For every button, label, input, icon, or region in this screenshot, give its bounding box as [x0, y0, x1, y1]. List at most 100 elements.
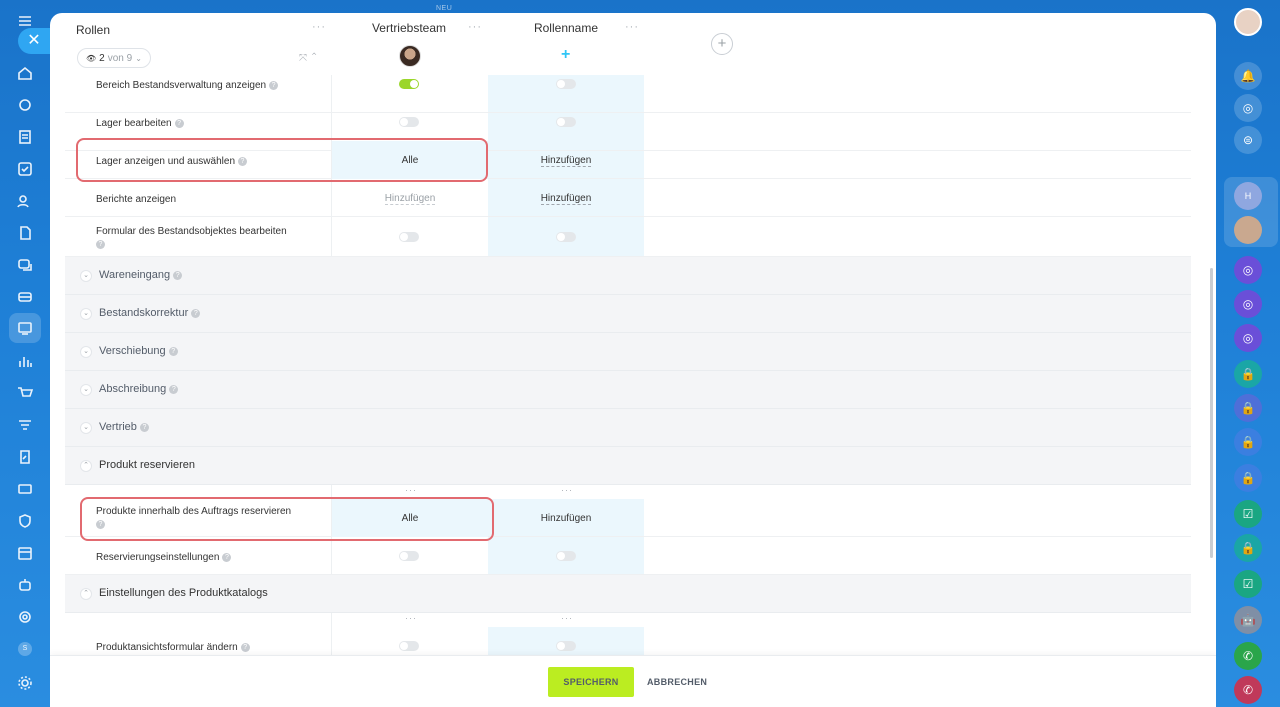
- help-icon[interactable]: ?: [168, 346, 178, 356]
- document-icon[interactable]: [14, 126, 36, 148]
- help-icon[interactable]: ?: [191, 308, 201, 318]
- roles-menu-icon[interactable]: ···: [312, 21, 326, 33]
- help-icon[interactable]: ?: [174, 118, 184, 128]
- copilot-chat-icon[interactable]: ◎: [1234, 256, 1262, 284]
- chevron-up-icon[interactable]: ⌃: [80, 460, 92, 472]
- lock-icon[interactable]: 🔒: [1234, 464, 1262, 492]
- collapse-all-icon[interactable]: ⤧ ⌃: [299, 53, 318, 64]
- permission-toggle[interactable]: [556, 551, 576, 561]
- card-icon[interactable]: [14, 478, 36, 500]
- section-title: Einstellungen des Produktkatalogs: [99, 587, 268, 599]
- calendar-icon[interactable]: [14, 542, 36, 564]
- column-menu-icon[interactable]: ···: [625, 21, 639, 33]
- column-menu-icon[interactable]: ···: [468, 21, 482, 33]
- column-menu-icon[interactable]: ···: [561, 613, 573, 623]
- column-menu-icon[interactable]: ···: [405, 613, 417, 623]
- task-check-icon[interactable]: ☑: [1234, 500, 1262, 528]
- column-menu-icon[interactable]: ···: [405, 485, 417, 495]
- signature-icon[interactable]: [14, 446, 36, 468]
- section-bestandskorrektur[interactable]: ⌄ Bestandskorrektur?: [65, 295, 1191, 333]
- help-icon[interactable]: ?: [173, 270, 183, 280]
- chevron-down-icon[interactable]: ⌄: [80, 384, 92, 396]
- gear-icon[interactable]: [14, 672, 36, 694]
- column-title-rollenname[interactable]: Rollenname: [488, 21, 644, 35]
- chevron-up-icon[interactable]: ⌃: [80, 588, 92, 600]
- permission-add-link[interactable]: Hinzufügen: [488, 155, 644, 167]
- help-icon[interactable]: ?: [222, 552, 232, 562]
- help-icon[interactable]: ?: [240, 642, 250, 652]
- analytics-icon[interactable]: [14, 350, 36, 372]
- permission-add-link[interactable]: Hinzufügen: [488, 193, 644, 205]
- member-avatar[interactable]: [399, 45, 421, 67]
- lock-icon[interactable]: 🔒: [1234, 394, 1262, 422]
- permission-add-link[interactable]: Hinzufügen: [488, 513, 644, 524]
- user-avatar[interactable]: [1234, 8, 1262, 36]
- permission-add-link[interactable]: Hinzufügen: [332, 193, 488, 205]
- inventory-icon[interactable]: [14, 317, 36, 339]
- permission-toggle[interactable]: [399, 117, 419, 127]
- file-icon[interactable]: [14, 222, 36, 244]
- permission-toggle[interactable]: [556, 117, 576, 127]
- robot-icon[interactable]: [14, 574, 36, 596]
- permission-toggle[interactable]: [399, 79, 419, 89]
- bell-icon[interactable]: 🔔: [1234, 62, 1262, 90]
- close-icon[interactable]: ✕: [18, 28, 50, 54]
- chat-avatar-photo[interactable]: [1234, 216, 1262, 244]
- cancel-button[interactable]: ABBRECHEN: [647, 667, 707, 697]
- save-button[interactable]: SPEICHERN: [548, 667, 634, 697]
- help-icon[interactable]: ?: [269, 80, 279, 90]
- role-pager[interactable]: 👁 2 von 9 ⌄: [77, 48, 151, 68]
- filter-icon[interactable]: [14, 414, 36, 436]
- lock-icon[interactable]: 🔒: [1234, 534, 1262, 562]
- lock-icon[interactable]: 🔒: [1234, 428, 1262, 456]
- shield-icon[interactable]: [14, 510, 36, 532]
- chat-icon[interactable]: [14, 254, 36, 276]
- table-row: Berichte anzeigen Hinzufügen Hinzufügen: [65, 179, 1191, 217]
- chevron-down-icon[interactable]: ⌄: [80, 308, 92, 320]
- help-icon[interactable]: ?: [169, 384, 179, 394]
- section-produktkatalog[interactable]: ⌃ Einstellungen des Produktkatalogs: [65, 575, 1191, 613]
- phone-icon[interactable]: ✆: [1234, 642, 1262, 670]
- search-chat-icon[interactable]: ⊜: [1234, 126, 1262, 154]
- row-label: Bereich Bestandsverwaltung anzeigen?: [96, 79, 279, 92]
- column-menu-icon[interactable]: ···: [561, 485, 573, 495]
- row-label: Produktansichtsformular ändern?: [96, 641, 250, 654]
- permission-toggle[interactable]: [399, 232, 419, 242]
- bot-avatar[interactable]: 🤖: [1234, 606, 1262, 634]
- scrollbar[interactable]: [1210, 268, 1213, 558]
- help-icon[interactable]: ?: [96, 239, 105, 249]
- section-verschiebung[interactable]: ⌄ Verschiebung?: [65, 333, 1191, 371]
- puzzle-icon[interactable]: [14, 94, 36, 116]
- home-icon[interactable]: [14, 62, 36, 84]
- column-title-vertriebsteam[interactable]: Vertriebsteam: [331, 21, 487, 35]
- tasks-icon[interactable]: [14, 158, 36, 180]
- storage-icon[interactable]: [14, 286, 36, 308]
- copilot-icon[interactable]: ◎: [1234, 94, 1262, 122]
- target-icon[interactable]: [14, 606, 36, 628]
- section-title: Vertrieb?: [99, 421, 149, 433]
- task-check-icon[interactable]: ☑: [1234, 570, 1262, 598]
- permission-toggle[interactable]: [556, 232, 576, 242]
- lock-icon[interactable]: 🔒: [1234, 360, 1262, 388]
- chevron-down-icon[interactable]: ⌄: [80, 422, 92, 434]
- section-wareneingang[interactable]: ⌄ Wareneingang?: [65, 257, 1191, 295]
- permission-toggle[interactable]: [399, 551, 419, 561]
- contacts-icon[interactable]: [14, 190, 36, 212]
- add-role-button[interactable]: +: [711, 33, 733, 55]
- copilot-chat-icon[interactable]: ◎: [1234, 290, 1262, 318]
- permission-toggle[interactable]: [556, 641, 576, 651]
- permission-toggle[interactable]: [399, 641, 419, 651]
- section-vertrieb[interactable]: ⌄ Vertrieb?: [65, 409, 1191, 447]
- user-avatar-small[interactable]: S: [14, 638, 36, 660]
- chat-avatar-h[interactable]: H: [1234, 182, 1262, 210]
- chevron-down-icon[interactable]: ⌄: [80, 270, 92, 282]
- section-produkt-reservieren[interactable]: ⌃ Produkt reservieren: [65, 447, 1191, 485]
- copilot-chat-icon[interactable]: ◎: [1234, 324, 1262, 352]
- add-member-icon[interactable]: +: [561, 46, 570, 64]
- help-icon[interactable]: ?: [139, 422, 149, 432]
- cart-icon[interactable]: [14, 382, 36, 404]
- permission-toggle[interactable]: [556, 79, 576, 89]
- section-abschreibung[interactable]: ⌄ Abschreibung?: [65, 371, 1191, 409]
- chevron-down-icon[interactable]: ⌄: [80, 346, 92, 358]
- phone-icon[interactable]: ✆: [1234, 676, 1262, 704]
